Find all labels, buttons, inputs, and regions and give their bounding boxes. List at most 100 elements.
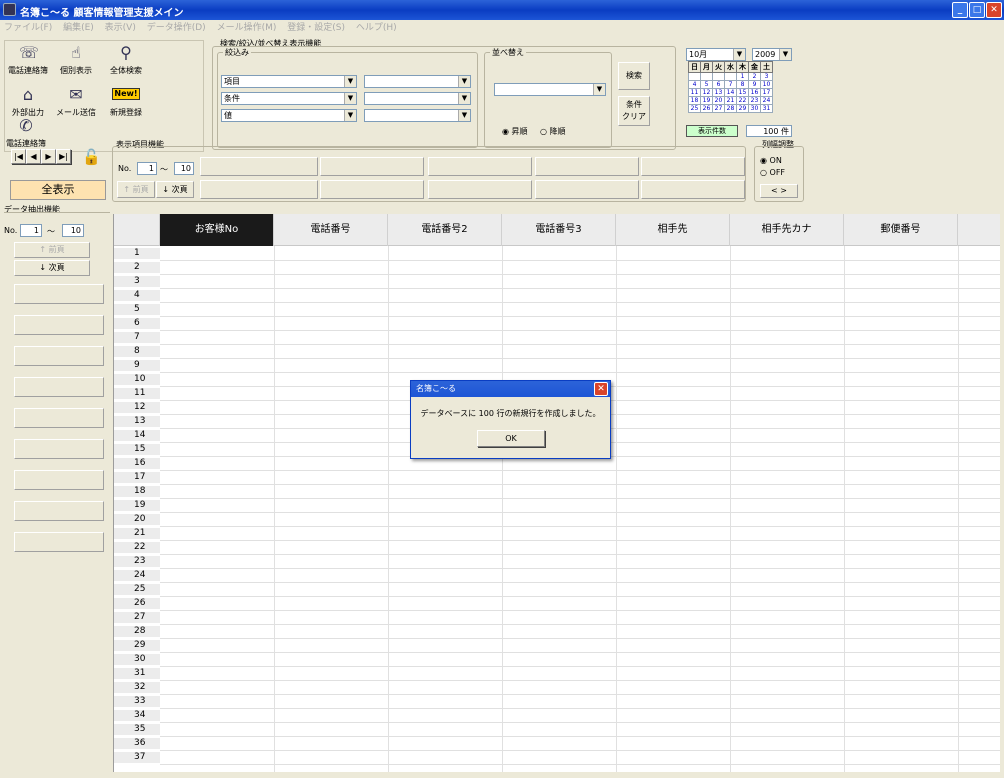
extract-slot-button[interactable]	[14, 377, 104, 397]
calendar-date[interactable]: 24	[760, 96, 773, 105]
ok-button[interactable]: OK	[477, 430, 545, 447]
calendar-date[interactable]: 18	[688, 96, 701, 105]
calendar-date[interactable]	[688, 72, 701, 81]
search-button[interactable]: 検索	[618, 62, 650, 90]
calendar-date[interactable]: 17	[760, 88, 773, 97]
calendar-date[interactable]: 31	[760, 104, 773, 113]
column-on-radio[interactable]: ◉ ON	[760, 156, 782, 165]
field-slot-button[interactable]	[200, 180, 318, 199]
row-number[interactable]: 12	[114, 402, 160, 413]
table-row[interactable]	[160, 372, 1000, 373]
row-number[interactable]: 36	[114, 738, 160, 749]
calendar-date[interactable]: 12	[700, 88, 713, 97]
row-number[interactable]: 2	[114, 262, 160, 273]
table-row[interactable]	[160, 708, 1000, 709]
extract-to-input[interactable]: 10	[62, 224, 84, 237]
table-row[interactable]	[160, 610, 1000, 611]
table-row[interactable]	[160, 302, 1000, 303]
row-number[interactable]: 30	[114, 654, 160, 665]
row-number[interactable]: 13	[114, 416, 160, 427]
row-number[interactable]: 28	[114, 626, 160, 637]
row-number[interactable]: 3	[114, 276, 160, 287]
calendar-date[interactable]: 14	[724, 88, 737, 97]
extract-slot-button[interactable]	[14, 408, 104, 428]
table-row[interactable]	[160, 750, 1000, 751]
column-off-radio[interactable]: ○ OFF	[760, 168, 785, 177]
table-row[interactable]	[160, 526, 1000, 527]
row-number[interactable]: 5	[114, 304, 160, 315]
row-number[interactable]: 14	[114, 430, 160, 441]
menu-file[interactable]: ファイル(F)	[4, 20, 52, 37]
row-number[interactable]: 19	[114, 500, 160, 511]
row-number[interactable]: 8	[114, 346, 160, 357]
calendar-date[interactable]: 11	[688, 88, 701, 97]
send-mail-button[interactable]: ✉ メール送信	[54, 82, 98, 120]
field-slot-button[interactable]	[641, 157, 745, 176]
phone-book-button[interactable]: ☏ 電話連絡簿	[6, 40, 50, 78]
last-record-button[interactable]: ▶|	[56, 149, 71, 164]
calendar-date[interactable]: 25	[688, 104, 701, 113]
show-all-button[interactable]: 全表示	[10, 180, 106, 200]
field-slot-button[interactable]	[320, 157, 424, 176]
next-record-button[interactable]: ▶	[41, 149, 56, 164]
calendar-date[interactable]: 10	[760, 80, 773, 89]
field-select-1[interactable]: 項目 ▼	[221, 75, 357, 88]
row-number[interactable]: 33	[114, 696, 160, 707]
value-select-2[interactable]: ▼	[364, 92, 471, 105]
extract-slot-button[interactable]	[14, 346, 104, 366]
calendar-date[interactable]: 2	[748, 72, 761, 81]
row-number[interactable]: 4	[114, 290, 160, 301]
value-select-1[interactable]: ▼	[364, 75, 471, 88]
table-row[interactable]	[160, 484, 1000, 485]
calendar-date[interactable]: 28	[724, 104, 737, 113]
table-row[interactable]	[160, 736, 1000, 737]
value-select[interactable]: 値 ▼	[221, 109, 357, 122]
extract-slot-button[interactable]	[14, 532, 104, 552]
calendar-date[interactable]: 6	[712, 80, 725, 89]
field-slot-button[interactable]	[641, 180, 745, 199]
calendar-date[interactable]: 27	[712, 104, 725, 113]
minimize-button[interactable]: _	[952, 2, 968, 18]
menu-mail[interactable]: メール操作(M)	[217, 20, 277, 37]
column-header[interactable]: 郵便番号	[844, 214, 958, 246]
clear-conditions-button[interactable]: 条件 クリア	[618, 96, 650, 126]
field-slot-button[interactable]	[535, 180, 639, 199]
table-row[interactable]	[160, 582, 1000, 583]
row-number[interactable]: 6	[114, 318, 160, 329]
table-row[interactable]	[160, 764, 1000, 765]
table-row[interactable]	[160, 316, 1000, 317]
calendar-date[interactable]: 4	[688, 80, 701, 89]
extract-from-input[interactable]: 1	[20, 224, 42, 237]
table-row[interactable]	[160, 666, 1000, 667]
calendar-date[interactable]: 1	[736, 72, 749, 81]
row-number[interactable]: 10	[114, 374, 160, 385]
table-row[interactable]	[160, 540, 1000, 541]
row-number[interactable]: 18	[114, 486, 160, 497]
extract-slot-button[interactable]	[14, 439, 104, 459]
row-number[interactable]: 11	[114, 388, 160, 399]
detail-view-button[interactable]: ☝ 個別表示	[54, 40, 98, 78]
menu-settings[interactable]: 登録・設定(S)	[287, 20, 345, 37]
search-all-button[interactable]: ⚲ 全体検索	[104, 40, 148, 78]
calendar-date[interactable]: 7	[724, 80, 737, 89]
calendar-date[interactable]	[700, 72, 713, 81]
calendar[interactable]: 日月火水木金土 1 2 3 4 5 6 7 8 9 10 11 12 13 14 15 16 17 18 19 20 2…	[688, 61, 773, 113]
table-row[interactable]	[160, 344, 1000, 345]
condition-select[interactable]: 条件 ▼	[221, 92, 357, 105]
calendar-date[interactable]: 19	[700, 96, 713, 105]
table-row[interactable]	[160, 624, 1000, 625]
display-prev-page-button[interactable]: ↑ 前頁	[117, 181, 155, 198]
value-select-3[interactable]: ▼	[364, 109, 471, 122]
row-number[interactable]: 23	[114, 556, 160, 567]
calendar-date[interactable]: 29	[736, 104, 749, 113]
table-row[interactable]	[160, 358, 1000, 359]
calendar-date[interactable]: 16	[748, 88, 761, 97]
row-number[interactable]: 16	[114, 458, 160, 469]
row-number[interactable]: 29	[114, 640, 160, 651]
calendar-date[interactable]: 9	[748, 80, 761, 89]
extract-slot-button[interactable]	[14, 315, 104, 335]
row-number[interactable]: 21	[114, 528, 160, 539]
table-row[interactable]	[160, 498, 1000, 499]
first-record-button[interactable]: |◀	[11, 149, 26, 164]
row-number[interactable]: 35	[114, 724, 160, 735]
